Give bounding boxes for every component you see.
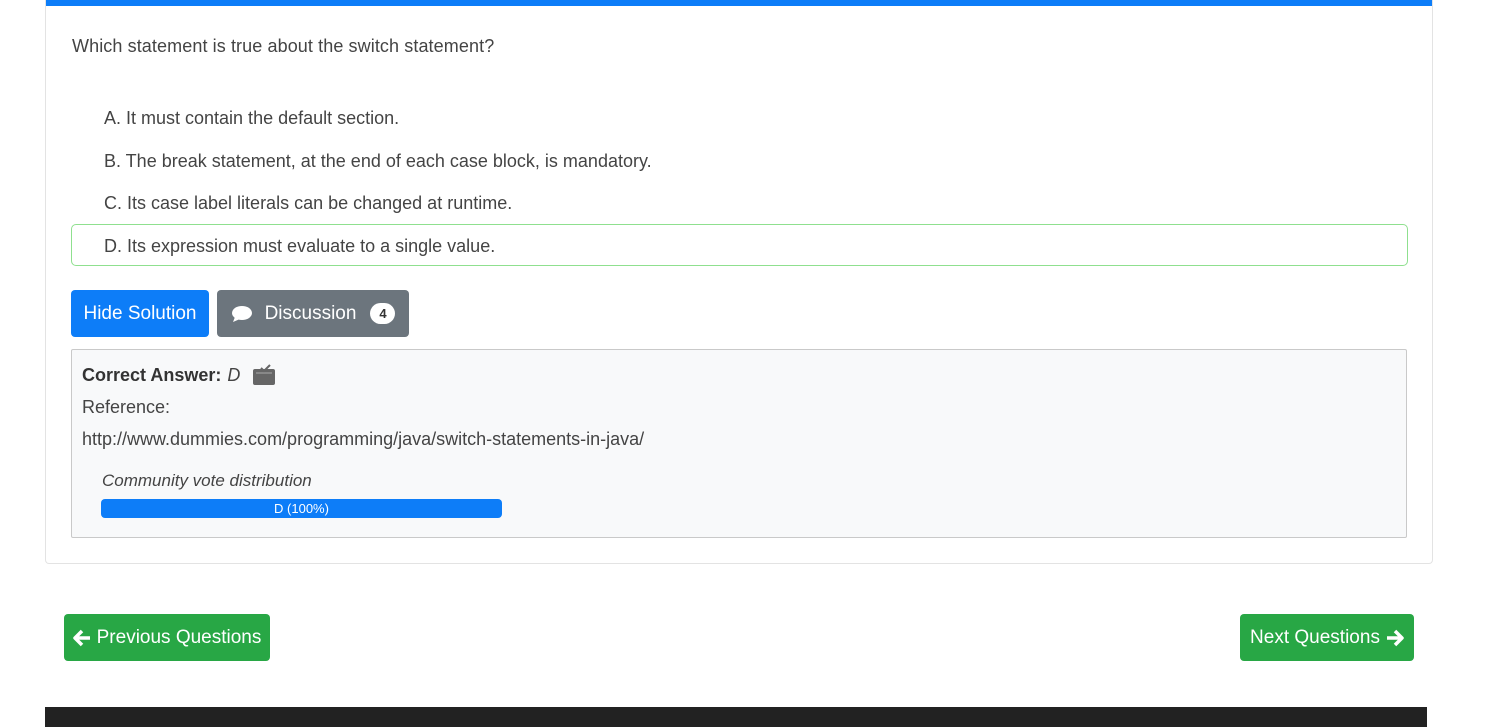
vote-progress-bar: D (100%) [101,499,502,518]
correct-answer-label: Correct Answer: [82,364,222,385]
discussion-button[interactable]: Discussion 4 [217,290,409,337]
correct-answer-line: Correct Answer: D [82,364,276,386]
hide-solution-button[interactable]: Hide Solution [71,290,209,337]
choice-c[interactable]: C. Its case label literals can be change… [71,181,1408,223]
discussion-count-badge: 4 [370,303,396,324]
chat-bubble-icon [231,305,253,323]
choices-list: A. It must contain the default section. … [71,96,1408,266]
vote-distribution-title: Community vote distribution [102,471,312,490]
discussion-label: Discussion [264,302,357,324]
choice-a[interactable]: A. It must contain the default section. [71,96,1408,138]
vote-bar-label: D (100%) [274,501,329,516]
choice-b[interactable]: B. The break statement, at the end of ea… [71,139,1408,181]
previous-questions-button[interactable]: Previous Questions [64,614,270,661]
question-card: Which statement is true about the switch… [45,0,1433,564]
next-questions-button[interactable]: Next Questions [1240,614,1414,661]
clipboard-check-icon[interactable] [252,364,276,386]
arrow-left-icon [72,629,91,647]
reference-label: Reference: [82,397,171,417]
choice-d[interactable]: D. Its expression must evaluate to a sin… [71,223,1408,266]
solution-panel: Correct Answer: D Reference: http://www.… [71,349,1407,538]
arrow-right-icon [1386,629,1404,647]
question-text: Which statement is true about the switch… [72,36,495,56]
page-footer [45,707,1427,727]
correct-answer-value: D [227,364,241,385]
card-top-accent [46,0,1432,6]
reference-url[interactable]: http://www.dummies.com/programming/java/… [82,429,644,450]
hide-solution-label: Hide Solution [83,302,197,324]
vote-progress-fill: D (100%) [101,499,502,518]
next-questions-label: Next Questions [1250,626,1380,648]
previous-questions-label: Previous Questions [96,626,262,648]
